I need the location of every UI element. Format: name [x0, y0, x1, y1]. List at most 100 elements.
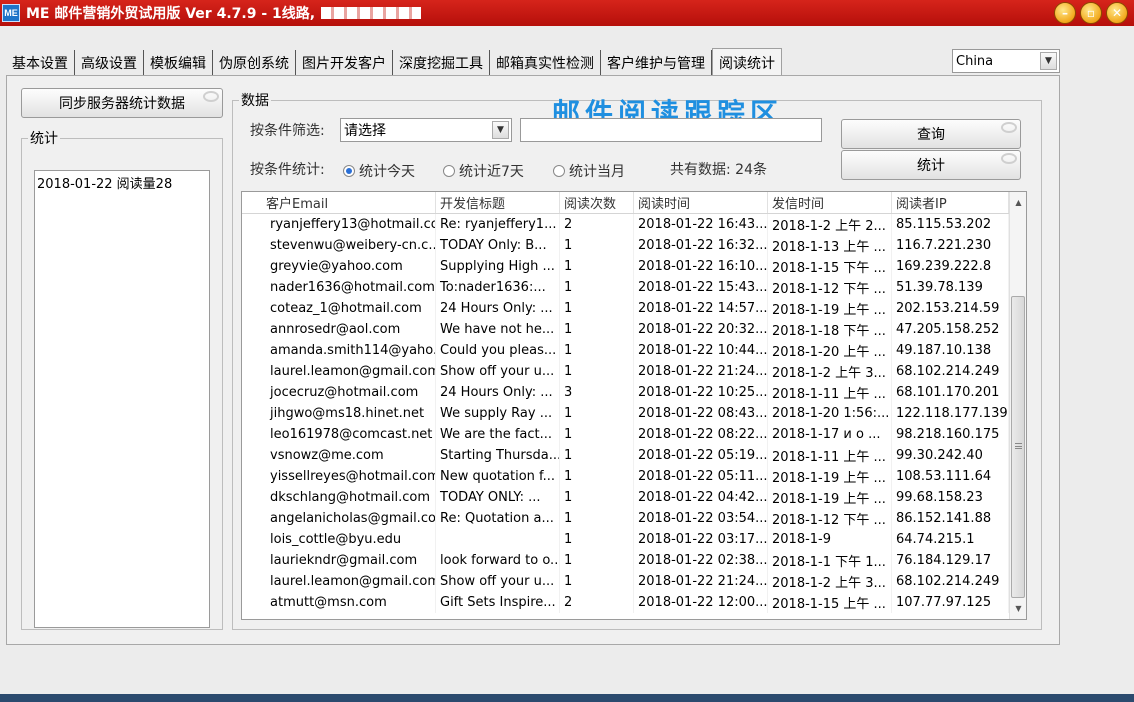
- radio-last-7-days[interactable]: 统计近7天: [443, 161, 524, 181]
- tab-2[interactable]: 模板编辑: [144, 50, 213, 76]
- row-selector[interactable]: [242, 487, 254, 508]
- column-header[interactable]: 发信时间: [768, 192, 892, 213]
- table-row[interactable]: angelanicholas@gmail.com Re: Quotation a.…: [242, 508, 1026, 529]
- grip-icon: [1015, 443, 1022, 449]
- row-selector[interactable]: [242, 382, 254, 403]
- column-header[interactable]: 阅读次数: [560, 192, 634, 213]
- table-row[interactable]: dkschlang@hotmail.com TODAY ONLY: ... 1 201…: [242, 487, 1026, 508]
- table-row[interactable]: yissellreyes@hotmail.com New quotation f.…: [242, 466, 1026, 487]
- table-row[interactable]: lois_cottle@byu.edu 1 2018-01-22 03:17... 2…: [242, 529, 1026, 550]
- table-row[interactable]: stevenwu@weibery-cn.c... TODAY Only: B...…: [242, 235, 1026, 256]
- row-selector[interactable]: [242, 298, 254, 319]
- table-row[interactable]: greyvie@yahoo.com Supplying High ... 1 2018…: [242, 256, 1026, 277]
- row-selector[interactable]: [242, 466, 254, 487]
- row-selector[interactable]: [242, 508, 254, 529]
- tab-1[interactable]: 高级设置: [75, 50, 144, 76]
- taskbar: [0, 694, 1134, 702]
- sync-server-stats-button[interactable]: 同步服务器统计数据: [21, 88, 223, 118]
- column-header[interactable]: 阅读者IP: [892, 192, 1009, 213]
- table-cell: New quotation f...: [436, 466, 560, 487]
- row-selector[interactable]: [242, 403, 254, 424]
- region-select[interactable]: China ▼: [952, 49, 1060, 73]
- tab-3[interactable]: 伪原创系统: [213, 50, 296, 76]
- table-cell: Show off your u...: [436, 361, 560, 382]
- row-selector[interactable]: [242, 592, 254, 613]
- statistics-button[interactable]: 统计: [841, 150, 1021, 180]
- tab-4[interactable]: 图片开发客户: [296, 50, 393, 76]
- row-selector[interactable]: [242, 424, 254, 445]
- tab-7[interactable]: 客户维护与管理: [601, 50, 712, 76]
- stats-group: 统计 2018-01-22 阅读量28: [21, 128, 223, 630]
- scroll-down-icon[interactable]: ▼: [1010, 600, 1026, 617]
- column-header[interactable]: 开发信标题: [436, 192, 560, 213]
- close-icon[interactable]: ✕: [1106, 2, 1128, 24]
- row-selector[interactable]: [242, 256, 254, 277]
- maximize-icon[interactable]: ▫: [1080, 2, 1102, 24]
- row-selector[interactable]: [242, 571, 254, 592]
- table-row[interactable]: laurel.leamon@gmail.com Show off your u..…: [242, 571, 1026, 592]
- table-row[interactable]: ryanjeffery13@hotmail.com Re: ryanjeffery…: [242, 214, 1026, 235]
- window-controls: – ▫ ✕: [1054, 2, 1128, 24]
- redacted-title-segment: [321, 7, 422, 19]
- table-cell: 64.74.215.1: [892, 529, 1009, 550]
- vertical-scrollbar[interactable]: ▲ ▼: [1009, 192, 1026, 619]
- table-cell: Show off your u...: [436, 571, 560, 592]
- table-row[interactable]: jocecruz@hotmail.com 24 Hours Only: ... 3 2…: [242, 382, 1026, 403]
- row-selector[interactable]: [242, 445, 254, 466]
- tab-6[interactable]: 邮箱真实性检测: [490, 50, 601, 76]
- table-cell: TODAY Only: B...: [436, 235, 560, 256]
- table-cell: 99.30.242.40: [892, 445, 1009, 466]
- column-header[interactable]: 阅读时间: [634, 192, 768, 213]
- table-cell: 202.153.214.59: [892, 298, 1009, 319]
- table-row[interactable]: atmutt@msn.com Gift Sets Inspire... 2 2018-…: [242, 592, 1026, 613]
- radio-this-month[interactable]: 统计当月: [553, 161, 625, 181]
- table-row[interactable]: leo161978@comcast.net We are the fact... 1…: [242, 424, 1026, 445]
- scrollbar-thumb[interactable]: [1011, 296, 1025, 598]
- table-cell: 1: [560, 403, 634, 424]
- row-selector[interactable]: [242, 277, 254, 298]
- minimize-icon[interactable]: –: [1054, 2, 1076, 24]
- query-button[interactable]: 查询: [841, 119, 1021, 149]
- column-header[interactable]: 客户Email: [254, 192, 436, 213]
- chevron-down-icon[interactable]: ▼: [492, 121, 509, 139]
- row-selector[interactable]: [242, 340, 254, 361]
- row-selector[interactable]: [242, 529, 254, 550]
- table-row[interactable]: amanda.smith114@yaho... Could you pleas..…: [242, 340, 1026, 361]
- tab-5[interactable]: 深度挖掘工具: [393, 50, 490, 76]
- table-row[interactable]: vsnowz@me.com Starting Thursda... 1 2018-01…: [242, 445, 1026, 466]
- scroll-up-icon[interactable]: ▲: [1010, 194, 1026, 211]
- table-cell: 47.205.158.252: [892, 319, 1009, 340]
- stats-list[interactable]: 2018-01-22 阅读量28: [34, 170, 210, 628]
- table-cell: laurel.leamon@gmail.com: [254, 571, 436, 592]
- filter-condition-select[interactable]: 请选择 ▼: [340, 118, 512, 142]
- radio-today[interactable]: 统计今天: [343, 161, 415, 181]
- tab-0[interactable]: 基本设置: [6, 50, 75, 76]
- table-cell: 2018-01-22 08:22...: [634, 424, 768, 445]
- list-item[interactable]: 2018-01-22 阅读量28: [37, 173, 207, 192]
- table-cell: stevenwu@weibery-cn.c...: [254, 235, 436, 256]
- table-cell: Could you pleas...: [436, 340, 560, 361]
- read-stats-table[interactable]: 客户Email 开发信标题 阅读次数 阅读时间 发信时间 阅读者IP ryanjeffer…: [241, 191, 1027, 620]
- table-cell: annrosedr@aol.com: [254, 319, 436, 340]
- table-row[interactable]: lauriekndr@gmail.com look forward to o...…: [242, 550, 1026, 571]
- table-cell: lois_cottle@byu.edu: [254, 529, 436, 550]
- table-row[interactable]: laurel.leamon@gmail.com Show off your u..…: [242, 361, 1026, 382]
- table-row[interactable]: annrosedr@aol.com We have not he... 1 2018-…: [242, 319, 1026, 340]
- chevron-down-icon[interactable]: ▼: [1040, 52, 1057, 70]
- table-cell: Re: ryanjeffery1...: [436, 214, 560, 235]
- table-cell: 1: [560, 256, 634, 277]
- row-selector[interactable]: [242, 319, 254, 340]
- row-selector[interactable]: [242, 214, 254, 235]
- table-cell: 2018-01-22 03:17...: [634, 529, 768, 550]
- row-selector[interactable]: [242, 235, 254, 256]
- tab-8[interactable]: 阅读统计: [712, 48, 782, 76]
- table-row[interactable]: nader1636@hotmail.com To:nader1636:... 1 20…: [242, 277, 1026, 298]
- table-cell: 169.239.222.8: [892, 256, 1009, 277]
- table-row[interactable]: coteaz_1@hotmail.com 24 Hours Only: ... 1 2…: [242, 298, 1026, 319]
- filter-text-input[interactable]: [520, 118, 822, 142]
- table-cell: nader1636@hotmail.com: [254, 277, 436, 298]
- row-selector[interactable]: [242, 550, 254, 571]
- row-selector[interactable]: [242, 361, 254, 382]
- table-cell: 49.187.10.138: [892, 340, 1009, 361]
- table-row[interactable]: jihgwo@ms18.hinet.net We supply Ray ... 1 2…: [242, 403, 1026, 424]
